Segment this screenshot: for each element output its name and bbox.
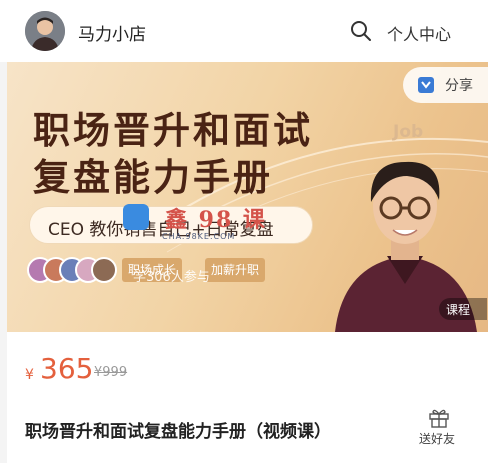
banner-decor-job: Job (393, 122, 424, 142)
watermark-url: CHA.98KE.COM (162, 232, 236, 241)
course-badge-label: 课程 (446, 303, 471, 317)
send-friend-button[interactable]: 送好友 (419, 430, 455, 447)
learners-count: 学306人参与 (133, 270, 210, 285)
course-banner: 职场晋升和面试 复盘能力手册 Job 分享 CEO 教你销售自己+日常复盘 鑫 … (7, 62, 488, 332)
product-info: ¥ 365 ¥999 职场晋升和面试复盘能力手册（视频课） 送好友 (7, 332, 488, 463)
shop-avatar[interactable] (25, 11, 65, 51)
price: 365 (40, 352, 94, 385)
banner-title-line2: 复盘能力手册 (33, 156, 273, 199)
share-button[interactable]: 分享 (403, 67, 488, 103)
banner-title-line1: 职场晋升和面试 (33, 109, 313, 152)
gift-icon[interactable] (428, 406, 450, 428)
tag-promotion: 加薪升职 (205, 258, 266, 282)
learner-avatar (91, 257, 117, 283)
course-badge: 课程 (439, 298, 487, 320)
shop-header: 马力小店 个人中心 (0, 0, 488, 62)
price-currency: ¥ (25, 367, 34, 383)
share-icon (418, 77, 434, 93)
product-title: 职场晋升和面试复盘能力手册（视频课） (25, 422, 331, 442)
shop-name[interactable]: 马力小店 (78, 20, 146, 45)
share-label: 分享 (445, 78, 473, 94)
profile-center-link[interactable]: 个人中心 (387, 21, 451, 45)
watermark-text: 鑫 98 课 (165, 207, 267, 233)
search-icon[interactable] (350, 20, 372, 42)
watermark-logo-icon (123, 204, 149, 230)
original-price: ¥999 (94, 365, 128, 380)
